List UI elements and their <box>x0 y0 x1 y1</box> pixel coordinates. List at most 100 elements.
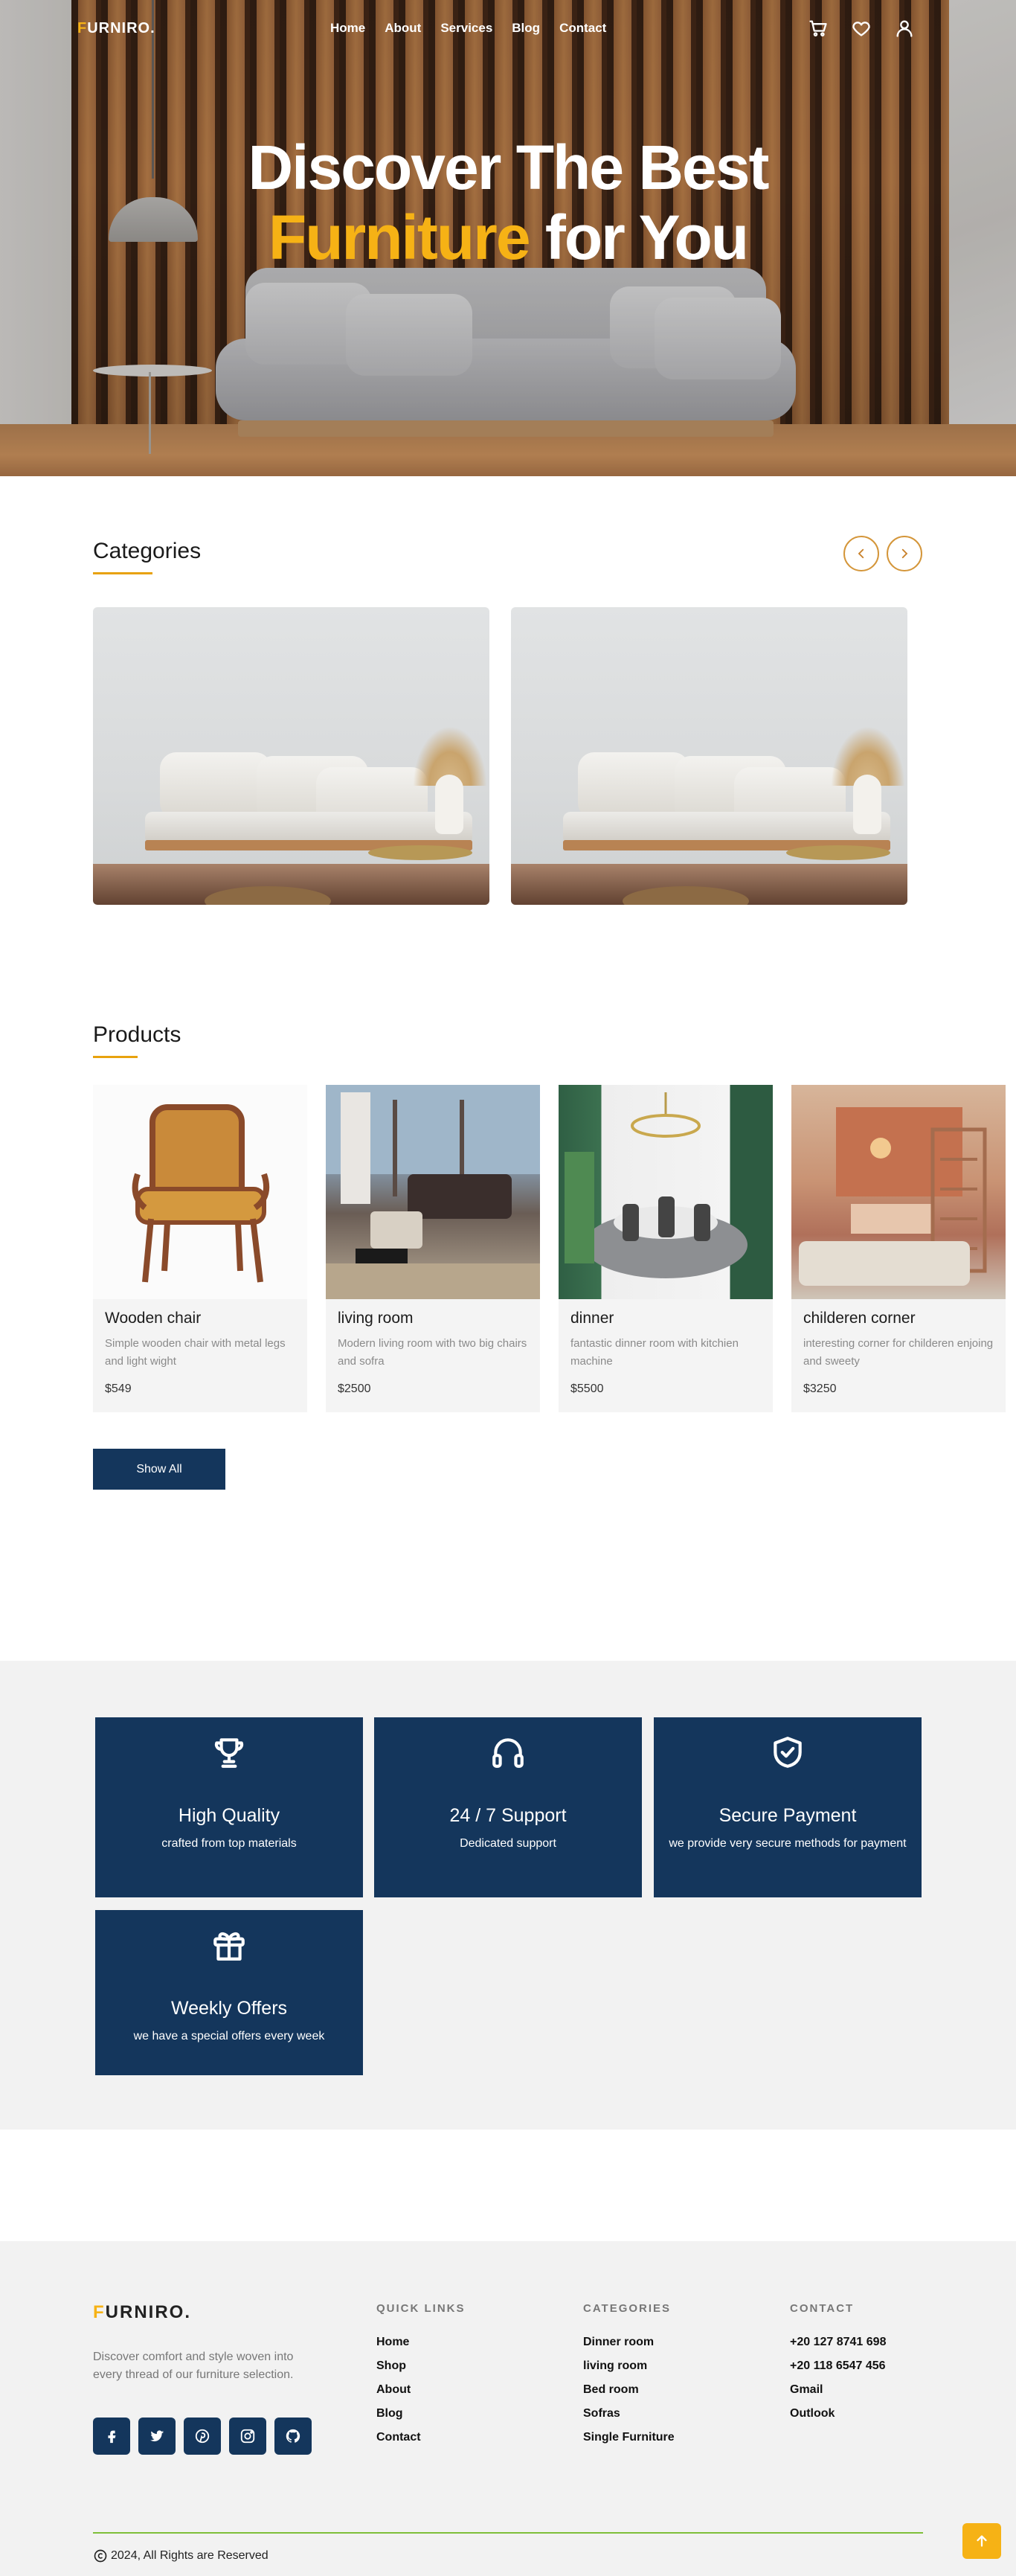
products-title: Products <box>93 1022 181 1047</box>
feature-title: 24 / 7 Support <box>449 1805 567 1826</box>
product-card[interactable]: dinner fantastic dinner room with kitchi… <box>559 1085 773 1412</box>
show-all-button[interactable]: Show All <box>93 1449 225 1490</box>
hero-heading-accent: Furniture <box>268 202 531 272</box>
product-description: Modern living room with two big chairs a… <box>338 1337 527 1368</box>
arrow-up-icon <box>977 2535 987 2547</box>
hero-section: FURNIRO. Home About Services Blog Contac… <box>0 0 1016 476</box>
categories-title: Categories <box>93 539 202 563</box>
copyright: 2024, All Rights are Reserved <box>93 2548 269 2563</box>
pinterest-icon[interactable] <box>184 2418 221 2455</box>
nav-about-link[interactable]: About <box>385 21 421 36</box>
footer-column-title: QUICK LINKS <box>376 2302 466 2315</box>
category-card[interactable] <box>93 607 489 905</box>
chevron-left-icon <box>858 548 864 559</box>
gift-icon <box>213 1932 245 1961</box>
nav-blog-link[interactable]: Blog <box>512 21 540 36</box>
categories-underline <box>93 572 152 574</box>
feature-title: Weekly Offers <box>170 1998 288 2019</box>
feature-card-quality: High Quality crafted from top materials <box>95 1717 363 1897</box>
feature-subtitle: we have a special offers every week <box>133 2030 325 2042</box>
hero-heading-line1: Discover The Best <box>248 132 770 202</box>
footer-outlook-link[interactable]: Outlook <box>790 2407 886 2420</box>
footer-link-contact[interactable]: Contact <box>376 2431 466 2444</box>
feature-title: Secure Payment <box>718 1805 857 1826</box>
product-image-children-corner <box>791 1085 1006 1299</box>
product-description: interesting corner for childeren enjoing… <box>803 1337 994 1368</box>
feature-card-offers: Weekly Offers we have a special offers e… <box>95 1910 363 2075</box>
footer-description: Discover comfort and style woven into ev… <box>93 2351 294 2381</box>
categories-next-button[interactable] <box>887 536 922 571</box>
product-description: Simple wooden chair with metal legs and … <box>105 1337 286 1368</box>
product-card[interactable]: living room Modern living room with two … <box>326 1085 540 1412</box>
footer-link-about[interactable]: About <box>376 2383 466 2397</box>
footer-link-blog[interactable]: Blog <box>376 2407 466 2420</box>
scroll-to-top-button[interactable] <box>962 2523 1001 2559</box>
product-card[interactable]: childeren corner interesting corner for … <box>791 1085 1006 1412</box>
footer-logo[interactable]: FURNIRO. <box>93 2302 191 2323</box>
footer-quick-links: QUICK LINKS Home Shop About Blog Contact <box>376 2302 466 2455</box>
trophy-icon <box>214 1738 244 1768</box>
footer-category-link[interactable]: Sofras <box>583 2407 675 2420</box>
footer-logo-text: URNIRO. <box>105 2302 192 2322</box>
footer-category-link[interactable]: Single Furniture <box>583 2431 675 2444</box>
hero-heading: Discover The Best Furniture for You <box>0 132 1016 272</box>
shield-check-icon <box>774 1737 802 1768</box>
product-image-living-room <box>326 1085 540 1299</box>
footer-phone-link[interactable]: +20 118 6547 456 <box>790 2359 886 2373</box>
user-icon[interactable] <box>894 18 916 40</box>
twitter-icon[interactable] <box>138 2418 176 2455</box>
logo-initial: F <box>77 20 88 36</box>
copyright-text: 2024, All Rights are Reserved <box>111 2549 269 2562</box>
site-logo[interactable]: FURNIRO. <box>77 20 155 37</box>
feature-title: High Quality <box>178 1805 280 1826</box>
feature-subtitle: we provide very secure methods for payme… <box>669 1837 907 1850</box>
footer-divider <box>93 2532 923 2534</box>
social-links <box>93 2418 312 2455</box>
headphones-icon <box>492 1738 524 1768</box>
hero-heading-rest: for You <box>529 202 749 272</box>
footer-contact: CONTACT +20 127 8741 698 +20 118 6547 45… <box>790 2302 886 2431</box>
cart-icon[interactable] <box>808 18 830 40</box>
product-price: $549 <box>105 1382 132 1395</box>
chevron-right-icon <box>901 548 908 559</box>
feature-subtitle: Dedicated support <box>460 1837 556 1850</box>
nav-icons <box>808 18 916 40</box>
site-footer: FURNIRO. Discover comfort and style wove… <box>0 2241 1016 2576</box>
footer-link-shop[interactable]: Shop <box>376 2359 466 2373</box>
copyright-icon <box>94 2549 107 2563</box>
product-name: living room <box>338 1310 414 1327</box>
product-description: fantastic dinner room with kitchien mach… <box>570 1337 739 1368</box>
heart-icon[interactable] <box>851 18 873 40</box>
feature-subtitle: crafted from top materials <box>161 1837 297 1850</box>
footer-column-title: CATEGORIES <box>583 2302 672 2315</box>
footer-gmail-link[interactable]: Gmail <box>790 2383 886 2397</box>
product-image-dinner <box>559 1085 773 1299</box>
categories-prev-button[interactable] <box>843 536 879 571</box>
product-card[interactable]: Wooden chair Simple wooden chair with me… <box>93 1085 307 1412</box>
feature-card-support: 24 / 7 Support Dedicated support <box>374 1717 642 1897</box>
footer-categories: CATEGORIES Dinner room living room Bed r… <box>583 2302 675 2455</box>
logo-text: URNIRO. <box>87 20 155 36</box>
instagram-icon[interactable] <box>229 2418 266 2455</box>
product-price: $2500 <box>338 1382 371 1395</box>
nav-home-link[interactable]: Home <box>330 21 365 36</box>
nav-services-link[interactable]: Services <box>440 21 492 36</box>
facebook-icon[interactable] <box>93 2418 130 2455</box>
product-price: $3250 <box>803 1382 837 1395</box>
product-name: Wooden chair <box>105 1310 202 1327</box>
product-name: childeren corner <box>803 1310 916 1327</box>
product-name: dinner <box>570 1310 614 1327</box>
product-price: $5500 <box>570 1382 604 1395</box>
footer-column-title: CONTACT <box>790 2302 855 2315</box>
footer-phone-link[interactable]: +20 127 8741 698 <box>790 2336 886 2349</box>
footer-link-home[interactable]: Home <box>376 2336 466 2349</box>
footer-category-link[interactable]: living room <box>583 2359 675 2373</box>
github-icon[interactable] <box>274 2418 312 2455</box>
features-section: High Quality crafted from top materials … <box>0 1661 1016 2130</box>
footer-category-link[interactable]: Dinner room <box>583 2336 675 2349</box>
footer-category-link[interactable]: Bed room <box>583 2383 675 2397</box>
nav-links: Home About Services Blog Contact <box>330 21 606 36</box>
nav-contact-link[interactable]: Contact <box>559 21 606 36</box>
product-image-chair <box>93 1085 307 1299</box>
category-card[interactable] <box>511 607 907 905</box>
